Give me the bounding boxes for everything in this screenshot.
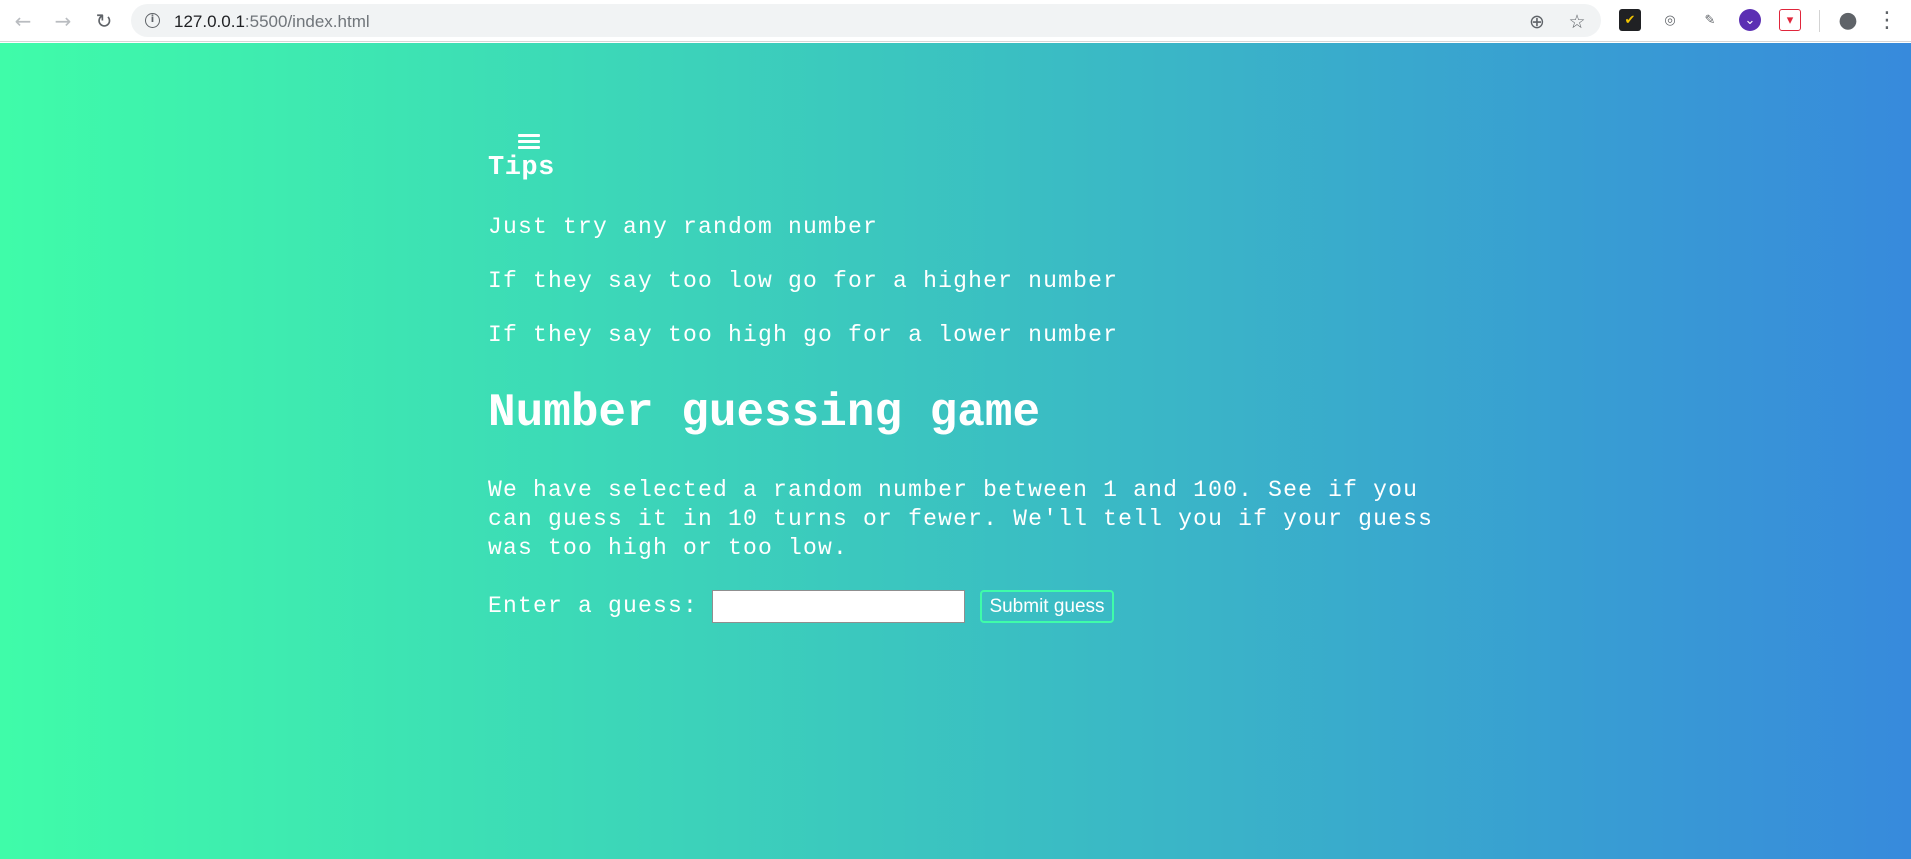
guess-label: Enter a guess: [488,593,699,619]
pocket-extension-icon[interactable]: ▾ [1779,9,1801,31]
checkmark-extension-icon[interactable]: ✔ [1619,9,1641,31]
url-host: 127.0.0.1 [174,12,245,31]
tip-item: If they say too low go for a higher numb… [488,268,1119,294]
tip-item: If they say too high go for a lower numb… [488,322,1119,348]
toolbar-divider [1819,10,1820,32]
profile-avatar-icon[interactable]: ● [1837,8,1859,33]
address-bar[interactable]: i 127.0.0.1:5500/index.html ⊕ ☆ [131,4,1601,37]
reload-icon[interactable]: ↻ [89,6,119,36]
eyedropper-extension-icon[interactable]: ✎ [1699,9,1721,31]
chevron-extension-icon[interactable]: ⌄ [1739,9,1761,31]
bookmark-star-icon[interactable]: ☆ [1563,8,1591,36]
page-background: Tips Just try any random number If they … [0,43,1911,859]
hamburger-menu-icon[interactable] [518,134,540,152]
game-description: We have selected a random number between… [488,477,1434,561]
tips-heading: Tips [488,153,555,183]
submit-guess-button[interactable]: Submit guess [980,590,1114,623]
browser-toolbar: ← → ↻ i 127.0.0.1:5500/index.html ⊕ ☆ ✔ ◎… [0,0,1911,42]
zoom-icon[interactable]: ⊕ [1523,8,1551,36]
guess-input[interactable] [712,590,965,623]
podcast-extension-icon[interactable]: ◎ [1659,9,1681,31]
url-path: :5500/index.html [244,12,370,31]
guess-form: Enter a guess: Submit guess [488,590,1188,626]
forward-icon[interactable]: → [48,6,78,36]
url-text[interactable]: 127.0.0.1:5500/index.html [174,12,370,32]
info-icon[interactable]: i [145,13,160,28]
back-icon[interactable]: ← [8,6,38,36]
browser-menu-icon[interactable]: ⋮ [1876,8,1898,33]
tip-item: Just try any random number [488,214,879,240]
page-title: Number guessing game [488,387,1041,439]
